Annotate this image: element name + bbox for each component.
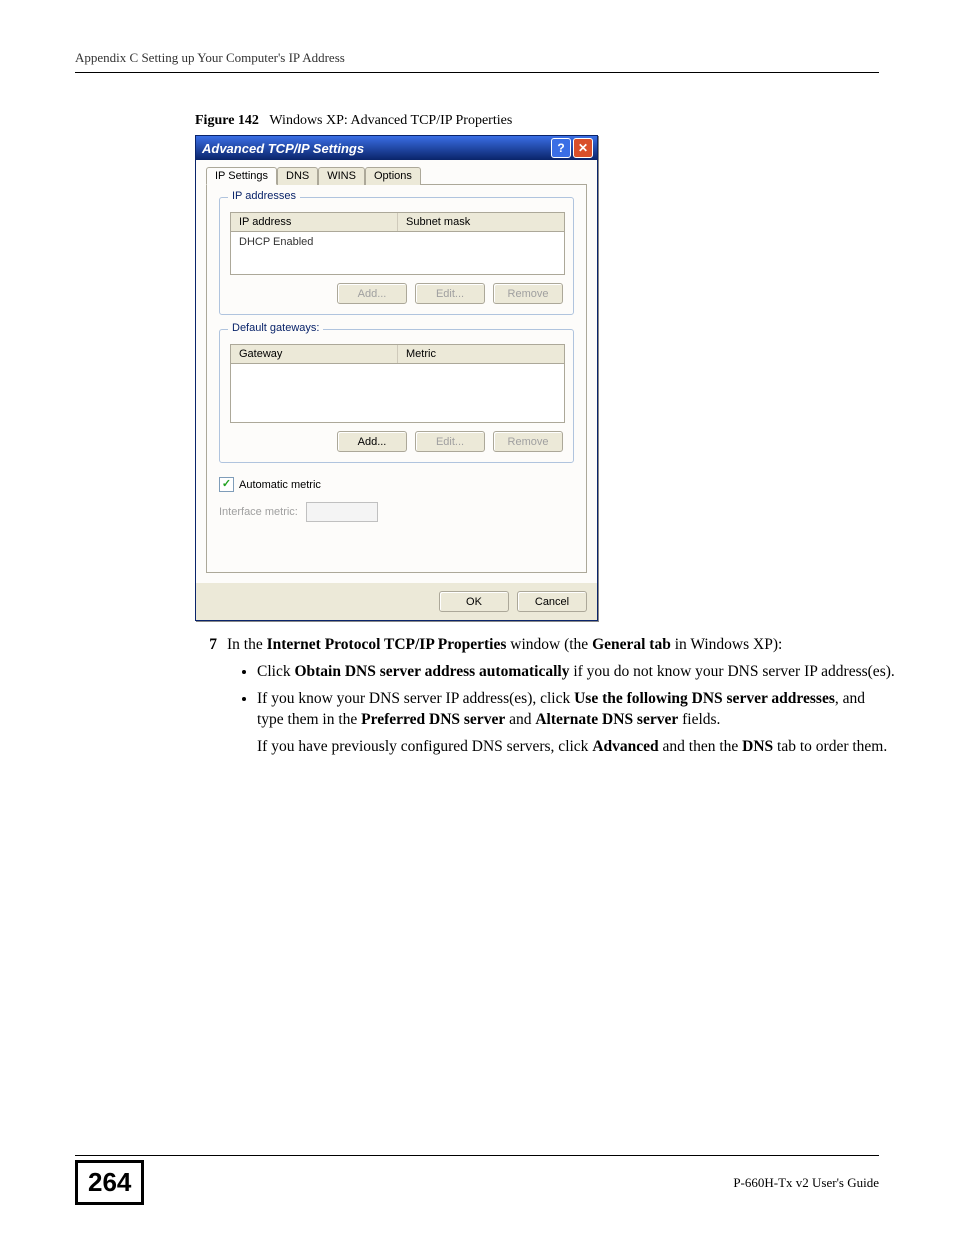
bullet-1: Click Obtain DNS server address automati… bbox=[257, 662, 895, 683]
tab-panel-ip-settings: IP addresses IP address Subnet mask DHCP… bbox=[206, 185, 587, 573]
dialog-titlebar: Advanced TCP/IP Settings ? ✕ bbox=[196, 136, 597, 160]
tab-wins[interactable]: WINS bbox=[318, 167, 365, 185]
b2g: fields. bbox=[678, 711, 720, 728]
gw-remove-button[interactable]: Remove bbox=[493, 431, 563, 452]
ip-addresses-legend: IP addresses bbox=[228, 190, 300, 202]
auto-metric-checkbox[interactable]: ✓ bbox=[219, 477, 234, 492]
interface-metric-label: Interface metric: bbox=[219, 506, 298, 518]
instruction-block: 7 In the Internet Protocol TCP/IP Proper… bbox=[195, 635, 895, 764]
page-footer: 264 P-660H-Tx v2 User's Guide bbox=[75, 1155, 879, 1205]
figure-caption-text: Windows XP: Advanced TCP/IP Properties bbox=[269, 113, 512, 128]
dialog-title: Advanced TCP/IP Settings bbox=[202, 141, 549, 156]
dialog-button-bar: OK Cancel bbox=[196, 583, 597, 620]
gateways-legend: Default gateways: bbox=[228, 322, 323, 334]
figure-label: Figure 142 bbox=[195, 113, 259, 128]
tab-options[interactable]: Options bbox=[365, 167, 421, 185]
gw-list-header: Gateway Metric bbox=[231, 345, 564, 364]
step-body: In the Internet Protocol TCP/IP Properti… bbox=[227, 635, 895, 764]
fa: If you have previously configured DNS se… bbox=[257, 738, 592, 755]
ip-list-body: DHCP Enabled bbox=[231, 232, 564, 274]
ip-add-button[interactable]: Add... bbox=[337, 283, 407, 304]
gw-button-row: Add... Edit... Remove bbox=[230, 431, 563, 452]
bullet-2-follow: If you have previously configured DNS se… bbox=[257, 737, 895, 758]
ip-addresses-group: IP addresses IP address Subnet mask DHCP… bbox=[219, 197, 574, 315]
b1a: Click bbox=[257, 663, 294, 680]
b1b: Obtain DNS server address automatically bbox=[294, 663, 569, 680]
fd: DNS bbox=[742, 738, 773, 755]
fe: tab to order them. bbox=[773, 738, 887, 755]
t2: Internet Protocol TCP/IP Properties bbox=[267, 636, 507, 653]
auto-metric-row: ✓ Automatic metric bbox=[219, 477, 574, 492]
b1c: if you do not know your DNS server IP ad… bbox=[569, 663, 894, 680]
t1: In the bbox=[227, 636, 267, 653]
b2b: Use the following DNS server addresses bbox=[574, 690, 835, 707]
t5: in Windows XP): bbox=[671, 636, 782, 653]
page-number: 264 bbox=[75, 1160, 144, 1205]
col-metric[interactable]: Metric bbox=[398, 345, 564, 363]
fb: Advanced bbox=[592, 738, 658, 755]
figure-caption: Figure 142 Windows XP: Advanced TCP/IP P… bbox=[195, 113, 879, 129]
gw-edit-button[interactable]: Edit... bbox=[415, 431, 485, 452]
col-gateway[interactable]: Gateway bbox=[231, 345, 398, 363]
guide-name: P-660H-Tx v2 User's Guide bbox=[733, 1175, 879, 1191]
fc: and then the bbox=[659, 738, 743, 755]
b2d: Preferred DNS server bbox=[361, 711, 505, 728]
gateways-list[interactable]: Gateway Metric bbox=[230, 344, 565, 423]
gw-add-button[interactable]: Add... bbox=[337, 431, 407, 452]
close-button[interactable]: ✕ bbox=[573, 138, 593, 158]
page-header: Appendix C Setting up Your Computer's IP… bbox=[75, 50, 879, 73]
advanced-tcpip-dialog: Advanced TCP/IP Settings ? ✕ IP Settings… bbox=[195, 135, 598, 621]
tab-ip-settings[interactable]: IP Settings bbox=[206, 167, 277, 185]
step-7: 7 In the Internet Protocol TCP/IP Proper… bbox=[195, 635, 895, 764]
ip-edit-button[interactable]: Edit... bbox=[415, 283, 485, 304]
b2f: Alternate DNS server bbox=[535, 711, 678, 728]
ip-button-row: Add... Edit... Remove bbox=[230, 283, 563, 304]
gateways-group: Default gateways: Gateway Metric Add... … bbox=[219, 329, 574, 463]
bullet-2: If you know your DNS server IP address(e… bbox=[257, 689, 895, 758]
tab-dns[interactable]: DNS bbox=[277, 167, 318, 185]
b2e: and bbox=[505, 711, 535, 728]
auto-metric-label: Automatic metric bbox=[239, 479, 321, 491]
help-button[interactable]: ? bbox=[551, 138, 571, 158]
interface-metric-row: Interface metric: bbox=[219, 502, 574, 522]
dialog-body: IP Settings DNS WINS Options IP addresse… bbox=[196, 160, 597, 583]
ip-list-header: IP address Subnet mask bbox=[231, 213, 564, 232]
col-ip-address[interactable]: IP address bbox=[231, 213, 398, 231]
interface-metric-input[interactable] bbox=[306, 502, 378, 522]
ip-addresses-list[interactable]: IP address Subnet mask DHCP Enabled bbox=[230, 212, 565, 275]
gw-list-body bbox=[231, 364, 564, 422]
ip-remove-button[interactable]: Remove bbox=[493, 283, 563, 304]
tab-strip: IP Settings DNS WINS Options bbox=[206, 166, 587, 185]
step-number: 7 bbox=[195, 635, 217, 764]
t3: window (the bbox=[506, 636, 592, 653]
bullet-list: Click Obtain DNS server address automati… bbox=[227, 662, 895, 758]
ok-button[interactable]: OK bbox=[439, 591, 509, 612]
cancel-button[interactable]: Cancel bbox=[517, 591, 587, 612]
t4: General tab bbox=[592, 636, 671, 653]
b2a: If you know your DNS server IP address(e… bbox=[257, 690, 574, 707]
col-subnet-mask[interactable]: Subnet mask bbox=[398, 213, 564, 231]
